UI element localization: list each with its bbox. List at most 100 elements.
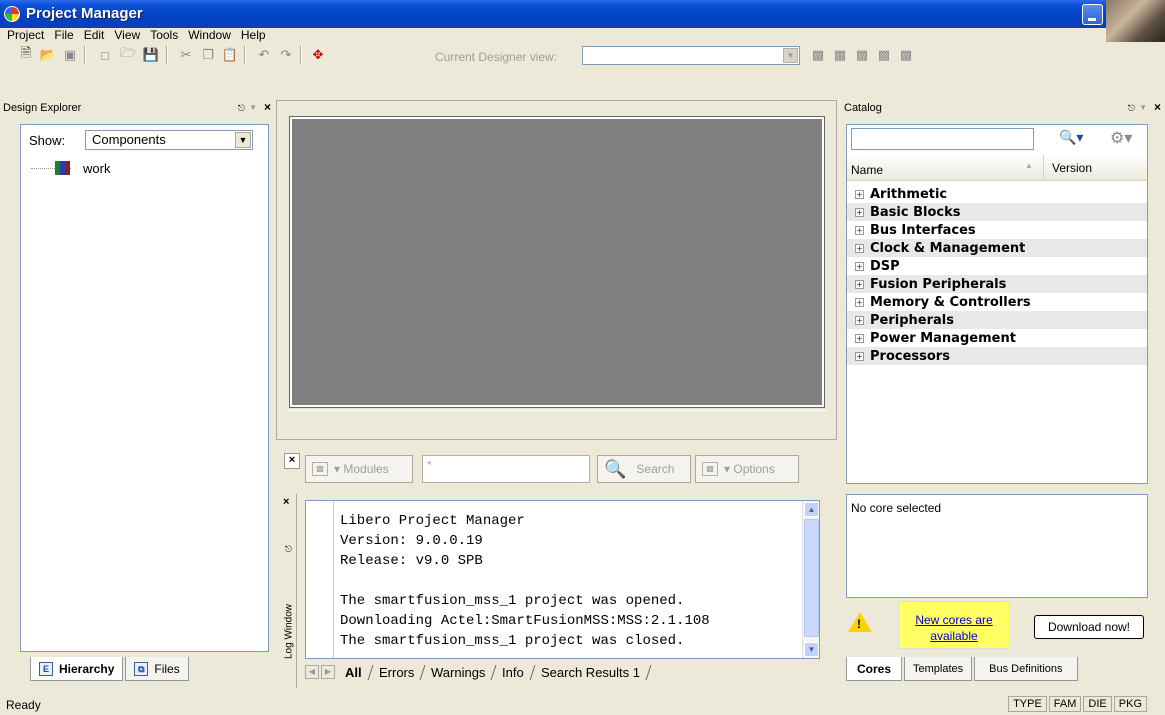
designer-view-icon[interactable]: ▩ [808,45,828,65]
search-icon[interactable]: 🔍▾ [1059,129,1083,146]
menu-tools[interactable]: Tools [145,28,183,42]
close-icon[interactable]: × [284,453,300,469]
modules-button[interactable]: ▩ ▾ Modules [305,455,413,483]
expand-icon[interactable]: + [855,315,864,325]
gear-icon[interactable]: ⚙▾ [1110,128,1132,148]
expand-icon[interactable]: + [855,333,864,343]
close-icon[interactable]: × [283,496,289,508]
catalog-item[interactable]: + Clock & Management [847,239,1147,257]
chevron-up-icon[interactable]: ▲ [804,502,819,517]
catalog-item-label: Basic Blocks [870,204,961,220]
new-cores-link[interactable]: New cores are available [898,601,1010,649]
new-file-icon[interactable]: □ [95,45,115,65]
catalog-item[interactable]: + Memory & Controllers [847,293,1147,311]
log-scrollbar[interactable]: ▲ ▼ [802,501,819,658]
tab-files[interactable]: ⧉ Files [125,657,189,681]
designer-view-icon[interactable]: ▩ [830,45,850,65]
status-fam: FAM [1048,696,1082,712]
catalog-item[interactable]: + Arithmetic [847,185,1147,203]
log-window-sidebar: × ⎋ Log Window [281,494,297,688]
minimize-button[interactable] [1082,4,1103,25]
chevron-down-icon[interactable]: ▼ [783,48,798,63]
close-icon[interactable]: × [1154,100,1161,114]
scrollbar-thumb[interactable] [804,519,819,637]
redo-icon[interactable]: ↷ [276,45,296,65]
catalog-item[interactable]: + Processors [847,347,1147,365]
chevron-down-icon[interactable]: ▼ [804,642,819,657]
catalog-item[interactable]: + Bus Interfaces [847,221,1147,239]
open-file-icon[interactable]: 🗁 [118,45,138,65]
chevron-down-icon[interactable]: ▼ [1139,101,1147,115]
tab-log-errors[interactable]: Errors [368,664,426,680]
options-label: Options [733,462,775,476]
search-button[interactable]: 🔍 Search [597,455,691,483]
column-version[interactable]: Version [1043,155,1092,181]
menu-view[interactable]: View [109,28,145,42]
expand-icon[interactable]: + [855,243,864,253]
catalog-item-label: Clock & Management [870,240,1026,256]
tab-cores[interactable]: Cores [846,657,903,681]
options-button[interactable]: ▩ ▾ Options [695,455,799,483]
tab-log-all[interactable]: All [334,664,374,680]
expand-icon[interactable]: + [855,225,864,235]
expand-icon[interactable]: + [855,351,864,361]
new-project-icon[interactable]: 🗎 [16,45,36,65]
tab-log-warnings[interactable]: Warnings [420,664,497,680]
status-type: TYPE [1008,696,1047,712]
save-project-icon[interactable]: ▣ [60,45,80,65]
catalog-search-input[interactable] [851,128,1034,150]
pin-icon[interactable]: ⎋ [285,544,292,555]
tab-label: All [345,664,362,680]
pin-icon[interactable]: ⎋ [238,101,245,115]
expand-icon[interactable]: + [855,189,864,199]
catalog-item[interactable]: + Power Management [847,329,1147,347]
catalog-item[interactable]: + Peripherals [847,311,1147,329]
designer-canvas[interactable] [289,116,825,408]
close-icon[interactable]: × [264,100,271,114]
tab-templates[interactable]: Templates [904,657,973,681]
menu-project[interactable]: Project [2,28,49,42]
designer-view-icon[interactable]: ▩ [852,45,872,65]
download-now-button[interactable]: Download now! [1034,615,1144,639]
expand-icon[interactable]: + [855,207,864,217]
menu-file[interactable]: File [49,28,78,42]
expand-icon[interactable]: + [855,261,864,271]
catalog-list: + Arithmetic + Basic Blocks + Bus Interface… [847,185,1147,365]
copy-icon[interactable]: ❐ [198,45,218,65]
tree-item-work[interactable]: work [83,161,110,176]
log-line: Libero Project Manager [340,513,525,529]
expand-icon[interactable]: + [855,279,864,289]
paste-icon[interactable]: 📋 [220,45,240,65]
cut-icon[interactable]: ✂ [176,45,196,65]
chevron-down-icon[interactable]: ▼ [235,132,251,148]
tab-hierarchy[interactable]: E Hierarchy [30,657,124,681]
tab-log-info[interactable]: Info [492,664,536,680]
tab-log-search-results[interactable]: Search Results 1 [530,664,652,680]
current-view-select[interactable]: ▼ [582,46,800,65]
open-project-icon[interactable]: 📂 [38,45,58,65]
chevron-left-icon[interactable]: ◀ [305,665,319,679]
modules-search-input[interactable]: * [422,455,590,483]
toolbar: 🗎 📂 ▣ □ 🗁 💾 ✂ ❐ 📋 ↶ ↷ ✥ Current Designer… [0,42,1165,68]
catalog-item-label: Peripherals [870,312,954,328]
menu-help[interactable]: Help [236,28,271,42]
tab-bus-definitions[interactable]: Bus Definitions [974,657,1078,681]
save-file-icon[interactable]: 💾 [141,45,161,65]
undo-icon[interactable]: ↶ [254,45,274,65]
designer-view-icon[interactable]: ▩ [874,45,894,65]
chevron-right-icon[interactable]: ▶ [321,665,335,679]
catalog-item[interactable]: + Basic Blocks [847,203,1147,221]
catalog-item[interactable]: + DSP [847,257,1147,275]
show-select[interactable]: Components ▼ [85,130,253,150]
catalog-item[interactable]: + Fusion Peripherals [847,275,1147,293]
menu-window[interactable]: Window [183,28,236,42]
menu-edit[interactable]: Edit [79,28,110,42]
expand-icon[interactable]: + [855,297,864,307]
target-icon[interactable]: ✥ [308,45,328,65]
pin-icon[interactable]: ⎋ [1128,101,1135,115]
designer-view-icon[interactable]: ▩ [896,45,916,65]
column-name[interactable]: Name [851,163,883,177]
chevron-down-icon[interactable]: ▼ [249,101,257,115]
log-output[interactable]: Libero Project Manager Version: 9.0.0.19 R… [305,500,820,659]
